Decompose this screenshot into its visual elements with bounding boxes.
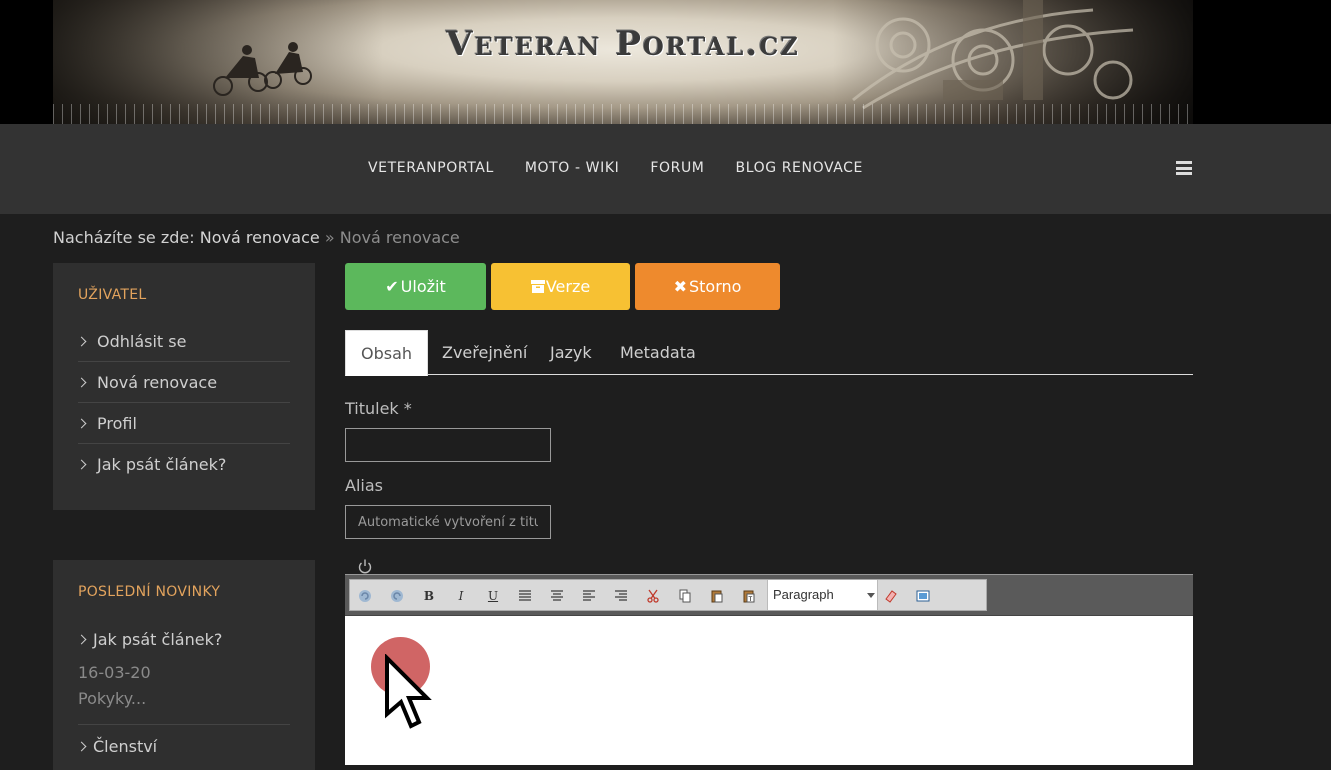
sidebar-item-label: Odhlásit se [97, 331, 187, 351]
nav-item-forum[interactable]: FORUM [650, 160, 704, 176]
underline-icon[interactable]: U [481, 585, 505, 607]
cancel-button[interactable]: ✖ Storno [635, 263, 780, 310]
archive-icon [530, 280, 545, 293]
sidebar-item-logout[interactable]: Odhlásit se [76, 321, 290, 362]
user-panel-title: UŽIVATEL [78, 287, 147, 303]
chevron-down-icon [867, 593, 875, 598]
hamburger-menu-icon[interactable] [1176, 161, 1192, 175]
version-button-label: Verze [545, 277, 591, 296]
tab-bar: Obsah Zveřejnění Jazyk Metadata [345, 330, 1193, 376]
breadcrumb-separator: » [324, 228, 335, 247]
header-banner: Veteran Portal.cz [0, 0, 1331, 124]
breadcrumb: Nacházíte se zde: Nová renovace » Nová r… [53, 228, 460, 247]
save-button[interactable]: ✔ Uložit [345, 263, 486, 310]
mouse-pointer-icon [385, 654, 432, 729]
breadcrumb-current: Nová renovace [339, 228, 460, 247]
news-panel-title: POSLEDNÍ NOVINKY [78, 584, 221, 600]
sidebar-item-label: Jak psát článek? [97, 454, 227, 474]
tab-obsah[interactable]: Obsah [345, 330, 429, 376]
chevron-right-icon [76, 459, 87, 469]
chevron-right-icon [76, 336, 87, 346]
nav-item-moto-wiki[interactable]: MOTO - WIKI [525, 160, 620, 176]
justify-icon[interactable] [513, 585, 537, 607]
eraser-icon[interactable] [879, 585, 903, 607]
user-panel: UŽIVATEL Odhlásit se Nová renovace Profi… [53, 263, 315, 510]
editor-toolbar: B I U T Paragraph [345, 575, 1193, 616]
title-input[interactable] [345, 428, 551, 462]
sidebar-item-profile[interactable]: Profil [76, 403, 290, 444]
cancel-button-label: Storno [688, 277, 742, 296]
paste-text-icon[interactable]: T [737, 585, 761, 607]
align-center-icon[interactable] [545, 585, 569, 607]
sidebar-item-new-renovation[interactable]: Nová renovace [76, 362, 290, 403]
copy-icon[interactable] [673, 585, 697, 607]
paste-icon[interactable] [705, 585, 729, 607]
editor-content-area[interactable] [345, 616, 1193, 765]
power-toggle-icon[interactable] [357, 558, 373, 574]
chevron-right-icon [76, 634, 87, 645]
news-item-title[interactable]: Členství [76, 737, 290, 756]
check-icon: ✔ [385, 277, 399, 296]
format-select[interactable]: Paragraph [767, 580, 878, 610]
bold-icon[interactable]: B [417, 585, 441, 607]
nav-item-blog-renovace[interactable]: BLOG RENOVACE [736, 160, 863, 176]
title-label: Titulek * [345, 399, 412, 418]
chevron-right-icon [76, 418, 87, 428]
chevron-right-icon [76, 741, 87, 752]
sidebar-item-label: Nová renovace [97, 372, 218, 392]
cut-icon[interactable] [641, 585, 665, 607]
tab-zverejneni[interactable]: Zveřejnění [442, 330, 527, 374]
tab-jazyk[interactable]: Jazyk [550, 330, 592, 374]
version-button[interactable]: Verze [491, 263, 630, 310]
news-panel: POSLEDNÍ NOVINKY Jak psát článek? 16-03-… [53, 560, 315, 770]
breadcrumb-prefix: Nacházíte se zde: [53, 228, 195, 247]
align-right-icon[interactable] [609, 585, 633, 607]
banner-image: Veteran Portal.cz [53, 0, 1193, 124]
news-title-text: Jak psát článek? [93, 630, 223, 649]
main-navbar: VETERANPORTAL MOTO - WIKI FORUM BLOG REN… [0, 124, 1331, 214]
close-icon: ✖ [673, 277, 687, 296]
tab-metadata[interactable]: Metadata [620, 330, 696, 374]
format-select-value: Paragraph [773, 587, 834, 602]
rich-text-editor: B I U T Paragraph [345, 574, 1193, 765]
redo-icon[interactable] [385, 585, 409, 607]
site-title: Veteran Portal.cz [446, 24, 800, 64]
breadcrumb-link[interactable]: Nová renovace [200, 228, 320, 247]
alias-input[interactable] [345, 505, 551, 539]
image-icon[interactable] [911, 585, 935, 607]
news-item-title[interactable]: Jak psát článek? [76, 630, 290, 649]
chevron-right-icon [76, 377, 87, 387]
svg-text:T: T [748, 596, 753, 603]
nav-item-veteranportal[interactable]: VETERANPORTAL [368, 160, 494, 176]
save-button-label: Uložit [400, 277, 446, 296]
news-description: Pokyky... [78, 689, 290, 725]
news-date: 16-03-20 [78, 663, 151, 682]
news-title-text: Členství [93, 737, 158, 756]
sidebar-item-how-to-write[interactable]: Jak psát článek? [76, 444, 290, 484]
undo-icon[interactable] [353, 585, 377, 607]
italic-icon[interactable]: I [449, 585, 473, 607]
alias-label: Alias [345, 476, 383, 495]
align-left-icon[interactable] [577, 585, 601, 607]
sidebar-item-label: Profil [97, 413, 137, 433]
